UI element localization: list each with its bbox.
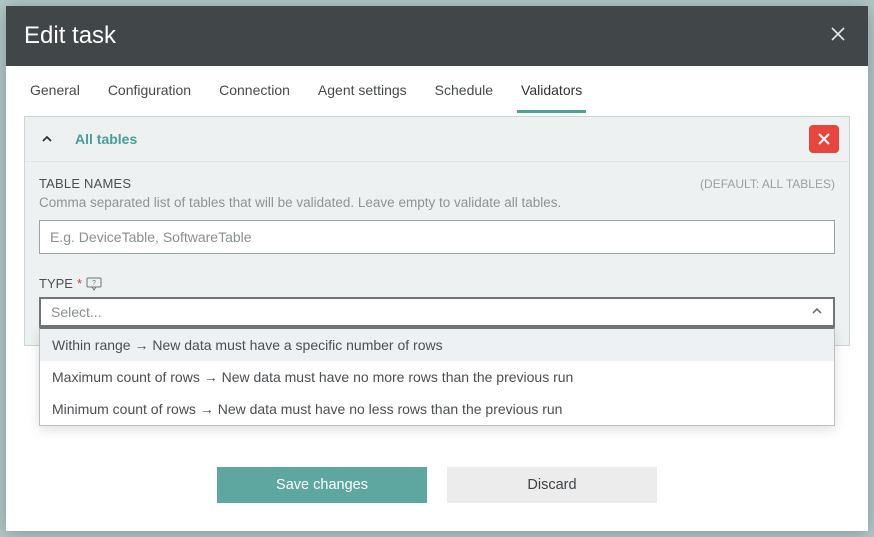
tab-general[interactable]: General <box>26 68 84 113</box>
type-field-block: TYPE * ? Select... <box>39 276 835 327</box>
panel-title: All tables <box>75 131 137 147</box>
tab-configuration[interactable]: Configuration <box>104 68 195 113</box>
tab-connection[interactable]: Connection <box>215 68 294 113</box>
table-names-label: TABLE NAMES <box>39 176 131 191</box>
svg-text:?: ? <box>92 280 96 287</box>
type-option-minimum-count[interactable]: Minimum count of rows → New data must ha… <box>40 393 834 425</box>
tab-schedule[interactable]: Schedule <box>431 68 497 113</box>
collapse-toggle[interactable] <box>35 131 59 147</box>
panel-header-left: All tables <box>35 131 137 147</box>
validator-panel: All tables TABLE NAMES (DEFAULT: ALL TAB… <box>24 116 850 346</box>
table-names-input[interactable] <box>39 220 835 254</box>
save-button[interactable]: Save changes <box>217 467 427 503</box>
type-select[interactable]: Select... <box>39 297 835 327</box>
tab-validators[interactable]: Validators <box>517 68 586 113</box>
help-icon: ? <box>86 277 102 291</box>
type-option-maximum-count[interactable]: Maximum count of rows → New data must ha… <box>40 361 834 393</box>
panel-header: All tables <box>25 117 849 162</box>
table-names-label-row: TABLE NAMES (DEFAULT: ALL TABLES) <box>39 176 835 191</box>
required-mark: * <box>77 276 82 291</box>
chevron-up-icon <box>41 133 53 145</box>
type-help-button[interactable]: ? <box>86 277 102 291</box>
edit-task-dialog: Edit task General Configuration Connecti… <box>6 6 868 531</box>
type-option-within-range[interactable]: Within range → New data must have a spec… <box>40 329 834 361</box>
type-dropdown: Within range → New data must have a spec… <box>39 327 835 426</box>
tab-bar: General Configuration Connection Agent s… <box>6 66 868 116</box>
close-icon <box>830 26 846 42</box>
dialog-header: Edit task <box>6 6 868 66</box>
type-label-row: TYPE * ? <box>39 276 835 291</box>
type-select-wrap: Select... Within range → New data must h… <box>39 297 835 327</box>
table-names-help: Comma separated list of tables that will… <box>39 195 835 210</box>
tab-agent-settings[interactable]: Agent settings <box>314 68 411 113</box>
table-names-default-hint: (DEFAULT: ALL TABLES) <box>700 177 835 191</box>
delete-validator-button[interactable] <box>809 125 839 153</box>
dialog-title: Edit task <box>24 22 116 50</box>
close-icon <box>817 132 831 146</box>
chevron-up-icon <box>811 304 823 320</box>
panel-body: TABLE NAMES (DEFAULT: ALL TABLES) Comma … <box>25 162 849 345</box>
dialog-footer: Save changes Discard <box>6 441 868 531</box>
discard-button[interactable]: Discard <box>447 467 657 503</box>
type-select-placeholder: Select... <box>51 304 102 320</box>
validators-panel-container: All tables TABLE NAMES (DEFAULT: ALL TAB… <box>6 116 868 441</box>
type-label: TYPE <box>39 276 73 291</box>
close-button[interactable] <box>826 22 850 51</box>
